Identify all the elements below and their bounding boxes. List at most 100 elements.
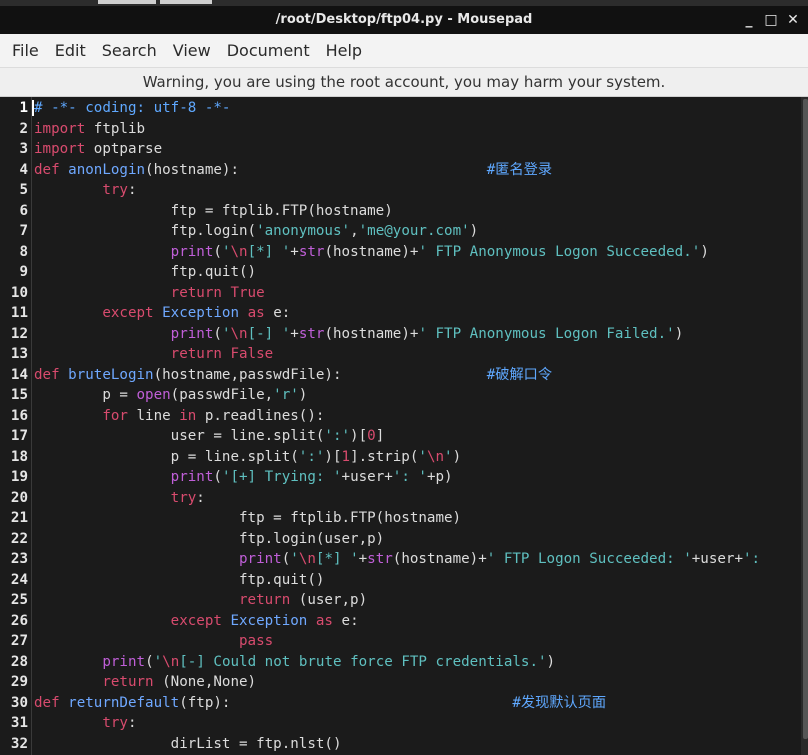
code-line[interactable]: 23 print('\n[*] '+str(hostname)+' FTP Lo… bbox=[0, 549, 760, 570]
code-line[interactable]: 4 def anonLogin(hostname): #匿名登录 bbox=[0, 160, 552, 181]
code-token: + bbox=[290, 325, 299, 342]
code-line[interactable]: 21 ftp = ftplib.FTP(hostname) bbox=[0, 508, 461, 529]
code-token: line bbox=[127, 407, 180, 424]
code-line[interactable]: 7 ftp.login('anonymous','me@your.com') bbox=[0, 221, 478, 242]
code-line[interactable]: 26 except Exception as e: bbox=[0, 611, 359, 632]
line-number: 15 bbox=[10, 387, 28, 403]
menu-search[interactable]: Search bbox=[100, 41, 159, 60]
code-line[interactable]: 16 for line in p.readlines(): bbox=[0, 406, 325, 427]
close-button[interactable]: ✕ bbox=[784, 6, 802, 34]
code-token: ) bbox=[298, 387, 308, 403]
code-editor[interactable]: 1 # -*- coding: utf-8 -*- 2 import ftplib 3 i… bbox=[0, 97, 808, 755]
menu-help[interactable]: Help bbox=[324, 41, 364, 60]
code-line[interactable]: 8 print('\n[*] '+str(hostname)+' FTP Ano… bbox=[0, 242, 708, 263]
code-line[interactable]: 5 try: bbox=[0, 180, 136, 201]
code-token: \n bbox=[162, 653, 180, 670]
line-number: 14 bbox=[10, 366, 28, 383]
code-line[interactable]: 31 try: bbox=[0, 713, 137, 734]
code-line[interactable]: 19 print('[+] Trying: '+user+': '+p) bbox=[0, 467, 453, 488]
code-token: ( bbox=[145, 653, 154, 670]
code-token: +user+ bbox=[341, 469, 393, 485]
code-token: (ftp): bbox=[179, 694, 513, 711]
code-token: ftp.login(user,p) bbox=[34, 530, 385, 547]
line-number: 1 bbox=[19, 100, 28, 116]
code-line[interactable]: 15 p = open(passwdFile,'r') bbox=[0, 385, 307, 406]
code-token: dirList = ftp.nlst() bbox=[34, 735, 342, 752]
code-text: return False bbox=[34, 344, 274, 365]
code-line[interactable]: 28 print('\n[-] Could not brute force FT… bbox=[0, 652, 555, 673]
code-line[interactable]: 27 pass bbox=[0, 631, 273, 652]
minimize-button[interactable]: _ bbox=[740, 6, 758, 34]
menu-edit[interactable]: Edit bbox=[53, 41, 88, 60]
code-token: ' bbox=[153, 653, 163, 670]
scrollbar-thumb[interactable] bbox=[803, 99, 808, 739]
maximize-button[interactable]: □ bbox=[762, 6, 780, 34]
code-line[interactable]: 17 user = line.split(':')[0] bbox=[0, 426, 384, 447]
code-token: import bbox=[34, 141, 86, 157]
line-number: 28 bbox=[10, 653, 28, 670]
code-token: + bbox=[290, 243, 299, 260]
code-line[interactable]: 10 return True bbox=[0, 283, 265, 304]
code-line[interactable]: 18 p = line.split(':')[1].strip('\n') bbox=[0, 447, 461, 468]
code-token: in bbox=[179, 407, 197, 424]
code-token: : bbox=[127, 715, 137, 731]
code-line[interactable]: 24 ftp.quit() bbox=[0, 570, 325, 591]
code-text: ftp = ftplib.FTP(hostname) bbox=[34, 508, 461, 529]
code-line[interactable]: 6 ftp = ftplib.FTP(hostname) bbox=[0, 201, 392, 222]
code-line[interactable]: 20 try: bbox=[0, 488, 205, 509]
code-token: ) bbox=[452, 448, 462, 465]
code-line[interactable]: 30 def returnDefault(ftp): #发现默认页面 bbox=[0, 693, 606, 714]
menu-view[interactable]: View bbox=[171, 41, 213, 60]
code-token: # -*- coding: utf-8 -*- bbox=[34, 100, 231, 116]
code-line[interactable]: 14 def bruteLogin(hostname,passwdFile): #… bbox=[0, 365, 552, 386]
code-line[interactable]: 2 import ftplib bbox=[0, 119, 145, 140]
code-token: print bbox=[170, 243, 214, 260]
code-token: ' bbox=[418, 448, 427, 465]
code-token: #破解口令 bbox=[486, 366, 553, 383]
line-number: 3 bbox=[19, 141, 28, 157]
code-text: except Exception as e: bbox=[34, 611, 359, 632]
code-text: import optparse bbox=[34, 139, 162, 160]
code-line[interactable]: 29 return (None,None) bbox=[0, 672, 256, 693]
code-line[interactable]: 1 # -*- coding: utf-8 -*- bbox=[0, 98, 230, 119]
code-token: ) bbox=[546, 653, 556, 670]
code-token: , bbox=[350, 223, 359, 239]
code-line[interactable]: 13 return False bbox=[0, 344, 273, 365]
code-line[interactable]: 3 import optparse bbox=[0, 139, 162, 160]
code-token: e: bbox=[264, 305, 291, 321]
line-number: 24 bbox=[10, 571, 28, 588]
code-token: str bbox=[298, 243, 325, 260]
code-token: def bbox=[34, 161, 60, 178]
code-token: : bbox=[196, 489, 205, 506]
window-controls: _ □ ✕ bbox=[740, 6, 802, 34]
code-text: p = open(passwdFile,'r') bbox=[34, 385, 307, 406]
code-line[interactable]: 9 ftp.quit() bbox=[0, 262, 256, 283]
line-number: 8 bbox=[19, 243, 28, 260]
code-line[interactable]: 22 ftp.login(user,p) bbox=[0, 529, 384, 550]
code-token: \n bbox=[298, 551, 316, 567]
code-token: #匿名登录 bbox=[486, 161, 553, 178]
code-line[interactable]: 12 print('\n[-] '+str(hostname)+' FTP An… bbox=[0, 324, 683, 345]
vertical-scrollbar[interactable] bbox=[801, 97, 808, 755]
code-token: ) bbox=[469, 223, 479, 239]
menu-file[interactable]: File bbox=[10, 41, 41, 60]
code-line[interactable]: 11 except Exception as e: bbox=[0, 303, 290, 324]
code-token: ' bbox=[290, 551, 299, 567]
menu-document[interactable]: Document bbox=[225, 41, 312, 60]
code-lines: 1 # -*- coding: utf-8 -*- 2 import ftplib 3 i… bbox=[0, 98, 760, 755]
code-token: 0 bbox=[367, 428, 376, 444]
code-token: #发现默认页面 bbox=[512, 694, 607, 711]
code-token: pass bbox=[239, 633, 274, 649]
code-token: ': ' bbox=[392, 469, 427, 485]
code-line[interactable]: 25 return (user,p) bbox=[0, 590, 367, 611]
code-line[interactable]: 32 dirList = ftp.nlst() bbox=[0, 734, 342, 755]
code-token: [*] ' bbox=[315, 551, 359, 567]
line-number: 30 bbox=[10, 694, 28, 711]
code-text: print('\n[*] '+str(hostname)+' FTP Anony… bbox=[34, 242, 709, 263]
code-text: def returnDefault(ftp): #发现默认页面 bbox=[34, 693, 606, 714]
